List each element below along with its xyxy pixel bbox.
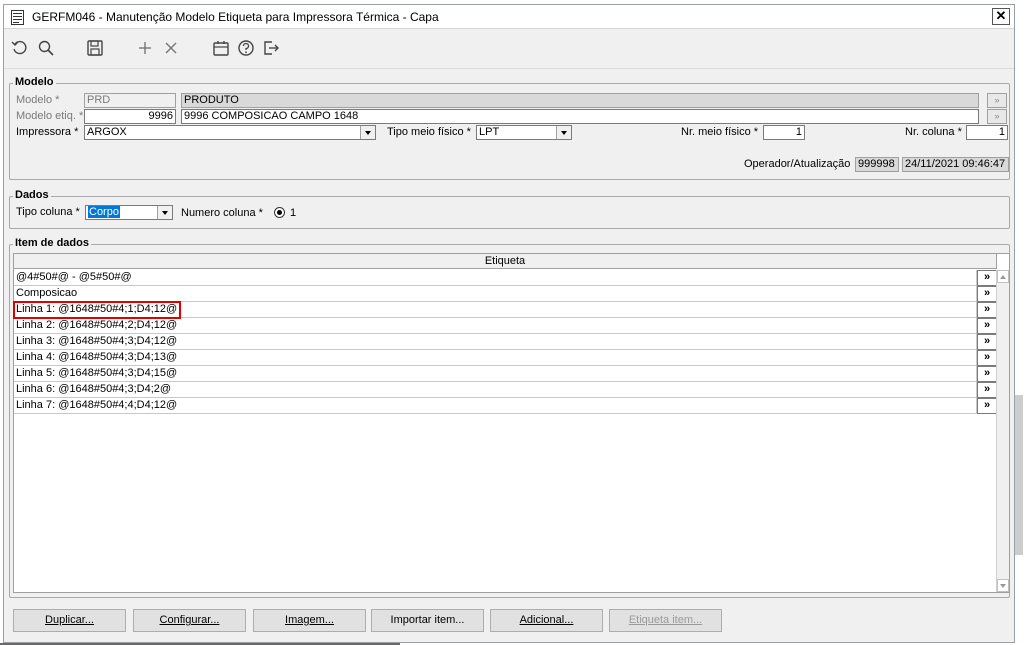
modelo-etiq-description-field: 9996 COMPOSICAO CAMPO 1648 bbox=[181, 109, 979, 124]
save-icon[interactable] bbox=[85, 38, 105, 58]
impressora-select[interactable]: ARGOX bbox=[84, 125, 376, 140]
title-bar: GERFM046 - Manutenção Modelo Etiqueta pa… bbox=[4, 5, 1014, 29]
row-detail-button[interactable]: » bbox=[977, 334, 997, 350]
importar-item-button[interactable]: Importar item... bbox=[371, 609, 484, 632]
numero-coluna-radio[interactable] bbox=[274, 207, 285, 218]
etiqueta-item-button-label: Etiqueta item... bbox=[628, 614, 703, 626]
tipo-meio-value: LPT bbox=[479, 126, 500, 138]
imagem-button[interactable]: Imagem... bbox=[253, 609, 366, 632]
nr-meio-field[interactable]: 1 bbox=[763, 125, 805, 140]
adicional-button-label: Adicional... bbox=[519, 614, 574, 626]
toolbar-divider bbox=[4, 68, 1014, 69]
delete-icon[interactable] bbox=[161, 38, 181, 58]
item-dados-group-label: Item de dados bbox=[13, 237, 91, 249]
table-row[interactable]: Linha 7: @1648#50#4;4;D4;12@ bbox=[14, 398, 977, 414]
modelo-etiq-code-field[interactable]: 9996 bbox=[84, 109, 176, 124]
outer-scrollbar[interactable] bbox=[1015, 395, 1023, 555]
row-detail-button[interactable]: » bbox=[977, 286, 997, 302]
imagem-button-label: Imagem... bbox=[285, 614, 334, 626]
scroll-down-icon[interactable] bbox=[997, 579, 1009, 592]
table-row[interactable]: Linha 6: @1648#50#4;3;D4;2@ bbox=[14, 382, 977, 398]
toolbar bbox=[4, 30, 1014, 66]
impressora-value: ARGOX bbox=[87, 126, 127, 138]
row-detail-button[interactable]: » bbox=[977, 398, 997, 414]
atualizacao-field: 24/11/2021 09:46:47 bbox=[902, 157, 1009, 172]
etiqueta-column-header[interactable]: Etiqueta bbox=[14, 254, 997, 269]
modelo-etiq-label: Modelo etiq. * bbox=[16, 110, 84, 122]
main-window: GERFM046 - Manutenção Modelo Etiqueta pa… bbox=[3, 4, 1015, 643]
row-detail-button[interactable]: » bbox=[977, 302, 997, 318]
row-detail-button[interactable]: » bbox=[977, 318, 997, 334]
nr-coluna-label: Nr. coluna * bbox=[905, 126, 962, 138]
tipo-meio-label: Tipo meio físico * bbox=[387, 126, 471, 138]
operador-field: 999998 bbox=[855, 157, 899, 172]
row-detail-button[interactable]: » bbox=[977, 350, 997, 366]
modelo-group-label: Modelo bbox=[13, 76, 56, 88]
importar-item-button-label: Importar item... bbox=[390, 614, 465, 626]
chevron-down-icon[interactable] bbox=[157, 206, 172, 219]
highlight-box bbox=[13, 301, 181, 319]
duplicar-button-label: Duplicar... bbox=[45, 614, 94, 626]
close-button[interactable]: ✕ bbox=[992, 8, 1010, 25]
modelo-code-field[interactable]: PRD bbox=[84, 93, 176, 108]
help-icon[interactable] bbox=[236, 38, 256, 58]
row-detail-button[interactable]: » bbox=[977, 382, 997, 398]
tipo-coluna-label: Tipo coluna * bbox=[16, 206, 80, 218]
duplicar-button[interactable]: Duplicar... bbox=[13, 609, 126, 632]
operador-label: Operador/Atualização bbox=[744, 158, 851, 170]
adicional-button[interactable]: Adicional... bbox=[490, 609, 603, 632]
configurar-button-label: Configurar... bbox=[159, 614, 220, 626]
search-icon[interactable] bbox=[36, 38, 56, 58]
configurar-button[interactable]: Configurar... bbox=[133, 609, 246, 632]
modelo-lookup-button[interactable]: » bbox=[987, 93, 1007, 108]
dados-group-label: Dados bbox=[13, 189, 51, 201]
calendar-icon[interactable] bbox=[211, 38, 231, 58]
tipo-coluna-value: Corpo bbox=[88, 206, 120, 218]
chevron-down-icon[interactable] bbox=[556, 126, 571, 139]
table-row[interactable]: Linha 5: @1648#50#4;3;D4;15@ bbox=[14, 366, 977, 382]
table-row[interactable]: Linha 3: @1648#50#4;3;D4;12@ bbox=[14, 334, 977, 350]
scroll-up-icon[interactable] bbox=[997, 270, 1009, 283]
etiqueta-grid: Etiqueta @4#50#@ - @5#50#@ » Composicao … bbox=[13, 253, 1010, 593]
document-icon bbox=[11, 10, 24, 25]
table-row[interactable]: Composicao bbox=[14, 286, 977, 302]
window-title: GERFM046 - Manutenção Modelo Etiqueta pa… bbox=[32, 10, 439, 24]
tipo-coluna-select[interactable]: Corpo bbox=[85, 205, 173, 220]
etiqueta-item-button[interactable]: Etiqueta item... bbox=[609, 609, 722, 632]
tipo-meio-select[interactable]: LPT bbox=[476, 125, 572, 140]
grid-scrollbar[interactable] bbox=[996, 270, 1009, 592]
row-detail-button[interactable]: » bbox=[977, 270, 997, 286]
modelo-label: Modelo * bbox=[16, 94, 60, 106]
undo-icon[interactable] bbox=[10, 38, 30, 58]
exit-icon[interactable] bbox=[261, 38, 281, 58]
nr-coluna-field[interactable]: 1 bbox=[966, 125, 1008, 140]
table-row[interactable]: Linha 4: @1648#50#4;3;D4;13@ bbox=[14, 350, 977, 366]
chevron-down-icon[interactable] bbox=[360, 126, 375, 139]
impressora-label: Impressora * bbox=[16, 126, 79, 138]
add-icon[interactable] bbox=[135, 38, 155, 58]
modelo-etiq-lookup-button[interactable]: » bbox=[987, 109, 1007, 124]
table-row[interactable]: @4#50#@ - @5#50#@ bbox=[14, 270, 977, 286]
numero-coluna-label: Numero coluna * bbox=[181, 207, 263, 219]
table-row[interactable]: Linha 2: @1648#50#4;2;D4;12@ bbox=[14, 318, 977, 334]
numero-coluna-value: 1 bbox=[290, 207, 297, 219]
modelo-description-field: PRODUTO bbox=[181, 93, 979, 108]
row-detail-button[interactable]: » bbox=[977, 366, 997, 382]
nr-meio-label: Nr. meio físico * bbox=[681, 126, 759, 138]
